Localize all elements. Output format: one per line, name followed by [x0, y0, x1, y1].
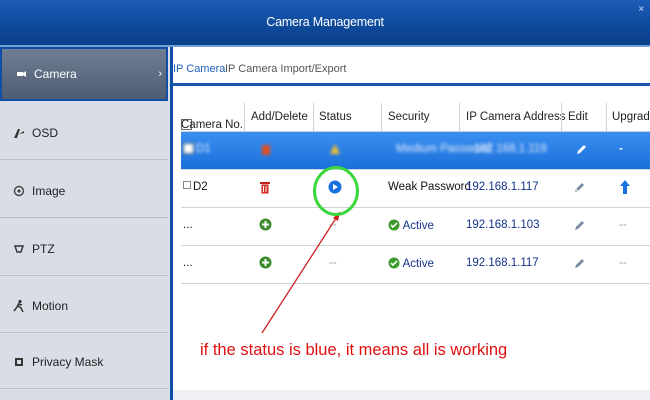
annotation-circle — [313, 166, 359, 216]
annotation-text: if the status is blue, it means all is w… — [200, 341, 508, 359]
